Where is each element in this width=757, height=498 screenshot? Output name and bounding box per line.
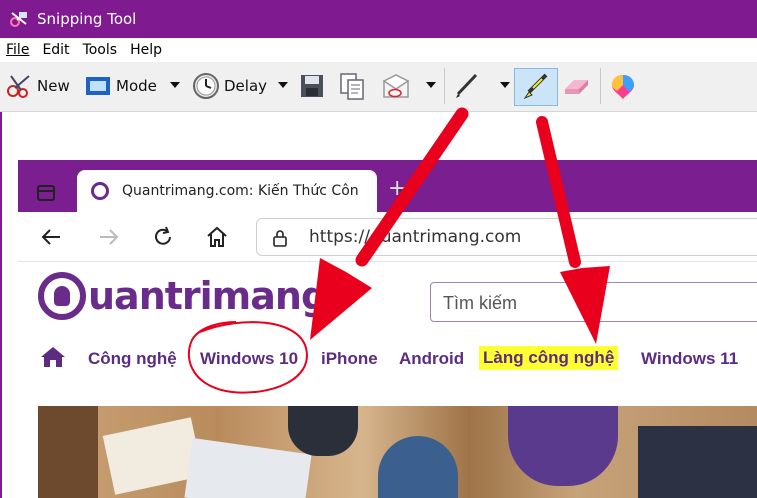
save-button[interactable] [298,70,326,102]
toolbar-separator [444,68,445,104]
forward-button[interactable] [96,224,122,250]
search-placeholder: Tìm kiếm [443,293,517,313]
refresh-icon [155,226,171,245]
nav-item-cong-nghe[interactable]: Công nghệ [88,349,177,369]
new-tab-icon[interactable]: + [388,176,406,201]
snipping-tool-icon [10,12,27,27]
highlighter-button[interactable] [514,68,558,106]
pen-button[interactable] [452,70,480,102]
mode-dropdown-icon[interactable] [170,82,180,88]
pen-icon [456,73,478,98]
menu-bar: File Edit Tools Help [0,38,757,62]
browser-tab[interactable]: Quantrimang.com: Kiến Thức Côn × [77,170,404,212]
hero-photo-region [38,406,98,498]
nav-item-iphone[interactable]: iPhone [321,349,378,369]
nav-item-windows-11[interactable]: Windows 11 [641,349,738,369]
refresh-button[interactable] [150,224,176,250]
site-nav-menu: Công nghệ Windows 10 iPhone Android Làng… [18,336,757,382]
menu-tools[interactable]: Tools [83,42,118,58]
lock-icon [273,230,287,247]
home-button[interactable] [204,224,230,250]
envelope-icon [382,74,410,98]
highlighter-icon [523,73,548,100]
tab-actions-icon[interactable] [37,185,55,201]
delay-dropdown-icon[interactable] [278,82,288,88]
logo-text: uantrimang [88,274,328,318]
toolbar: New Mode Delay [0,62,757,112]
menu-edit[interactable]: Edit [42,42,69,58]
rectangle-snip-icon [86,77,110,95]
menu-help[interactable]: Help [130,42,162,58]
back-button[interactable] [38,224,64,250]
hero-image[interactable] [38,406,757,498]
eraser-button[interactable] [562,70,590,102]
hero-person [288,406,358,456]
scissors-icon [7,75,30,98]
site-header: uantrimang Tìm kiếm [18,263,757,325]
arrow-left-icon [41,229,60,245]
pen-dropdown-icon[interactable] [500,82,510,88]
copy-button[interactable] [338,70,366,102]
eraser-icon [565,80,588,94]
hero-person [508,406,618,486]
send-dropdown-icon[interactable] [426,82,436,88]
nav-item-lang-cong-nghe[interactable]: Làng công nghệ [479,346,619,370]
edit-with-paint3d-button[interactable] [609,70,637,102]
nav-item-windows-10[interactable]: Windows 10 [200,349,298,369]
clock-icon [193,73,219,99]
tab-title: Quantrimang.com: Kiến Thức Côn [122,183,359,199]
captured-browser-window: Quantrimang.com: Kiến Thức Côn × + https… [18,160,757,498]
capture-frame-edge [0,112,2,498]
menu-file[interactable]: File [6,42,29,58]
arrow-right-icon [100,229,119,245]
toolbar-separator [600,68,601,104]
hero-person [638,426,757,498]
send-snip-button[interactable] [382,70,410,102]
home-icon[interactable] [40,346,66,368]
window-title: Snipping Tool [37,10,137,28]
home-icon [207,226,227,247]
url-field[interactable]: https://quantrimang.com [256,218,757,256]
copy-icon [340,73,364,100]
site-logo[interactable]: uantrimang [38,269,328,323]
new-button[interactable]: New [5,70,70,102]
save-icon [301,75,323,97]
hero-person [378,436,458,498]
url-text: https://quantrimang.com [309,227,522,247]
search-input[interactable]: Tìm kiếm [430,282,757,322]
mode-button[interactable]: Mode [84,70,157,102]
browser-tab-bar: Quantrimang.com: Kiến Thức Côn × + [18,160,757,212]
site-favicon-icon [91,182,109,200]
address-bar: https://quantrimang.com [18,212,757,262]
title-bar: Snipping Tool [0,0,757,38]
delay-button[interactable]: Delay [192,70,267,102]
paint-3d-icon [612,75,634,99]
lightbulb-logo-icon [38,272,86,320]
nav-item-android[interactable]: Android [399,349,464,369]
hero-paper [184,437,312,498]
